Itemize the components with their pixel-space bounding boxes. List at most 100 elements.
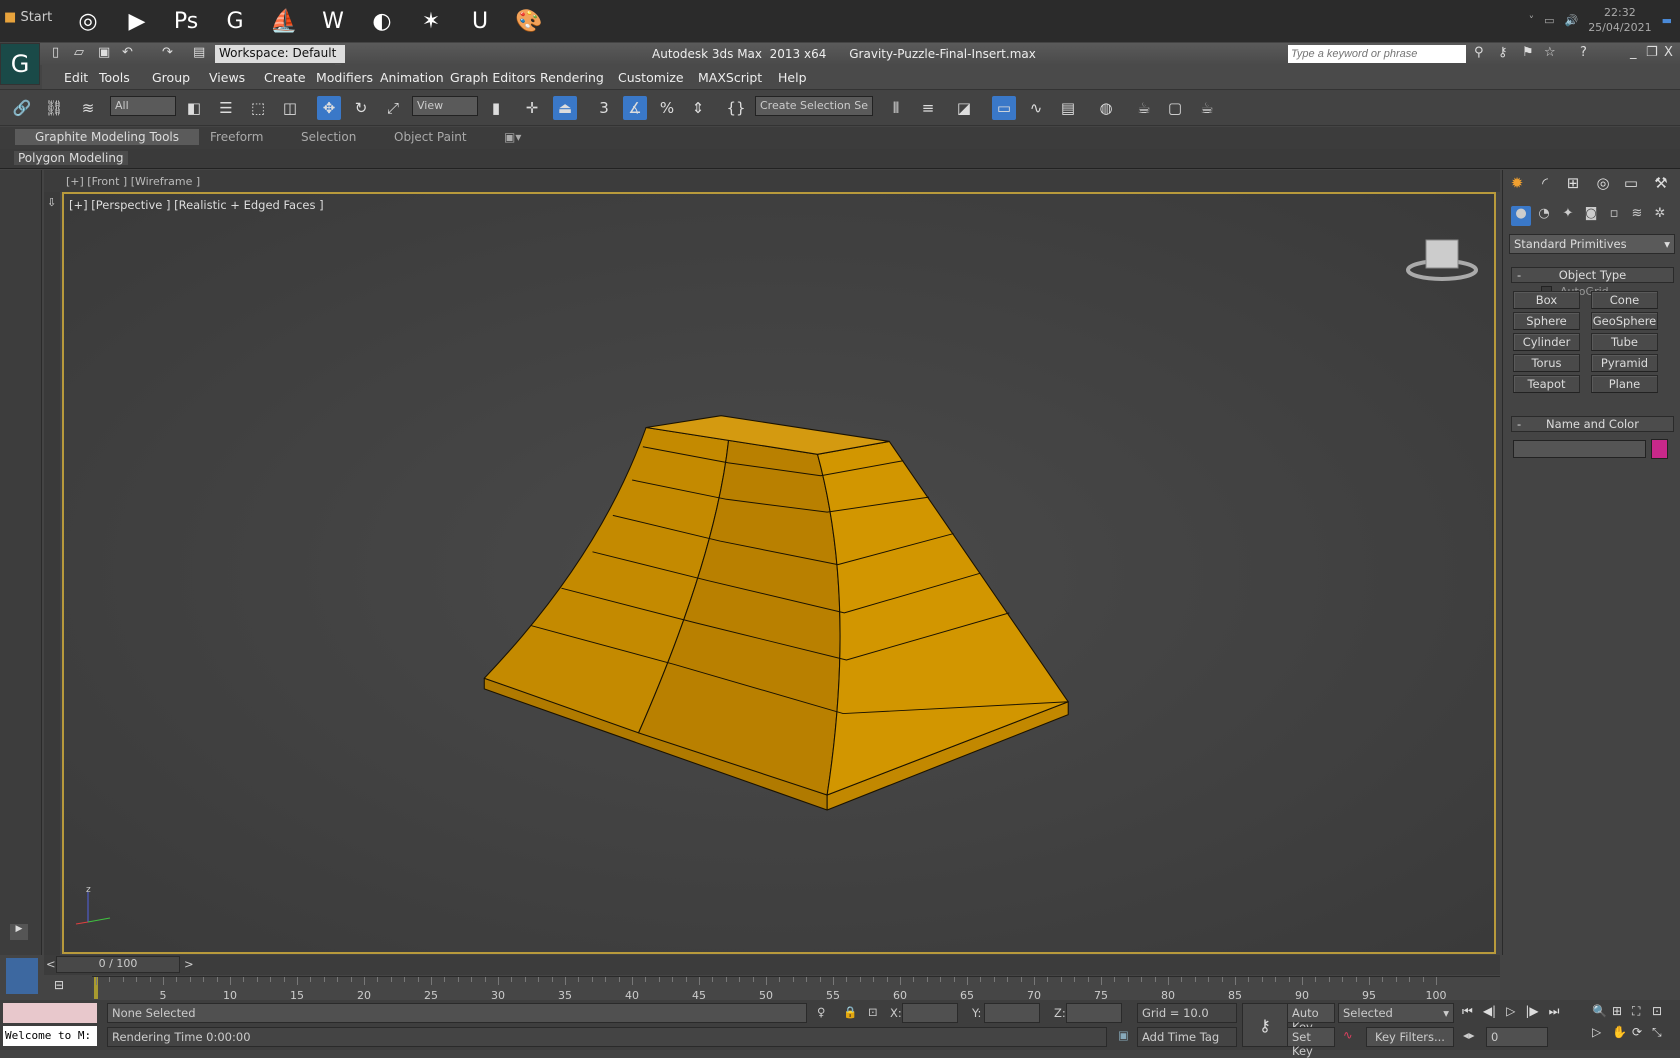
- pyramid-object[interactable]: [0, 0, 1680, 1050]
- go-to-start-icon[interactable]: ⏮: [1462, 1004, 1473, 1019]
- frame-tick: [270, 977, 272, 982]
- y-coordinate-input[interactable]: [984, 1003, 1040, 1023]
- create-plane-button[interactable]: Plane: [1591, 375, 1658, 393]
- go-to-end-icon[interactable]: ⏭: [1549, 1004, 1560, 1019]
- frame-tick: [1395, 977, 1397, 982]
- create-cone-button[interactable]: Cone: [1591, 291, 1658, 309]
- geometry-icon[interactable]: ●: [1511, 206, 1531, 226]
- object-color-swatch[interactable]: [1651, 439, 1668, 459]
- motion-tab-icon[interactable]: ◎: [1591, 174, 1615, 196]
- playback-controls: ⏮ ◀| ▷ |▶ ⏭: [1462, 1004, 1559, 1019]
- create-geosphere-button[interactable]: GeoSphere: [1591, 312, 1658, 330]
- primitive-type-dropdown[interactable]: Standard Primitives ▾: [1509, 234, 1675, 254]
- modify-tab-icon[interactable]: ◜: [1533, 174, 1557, 196]
- isolate-icon[interactable]: ♀: [817, 1005, 825, 1019]
- frame-tick: [605, 977, 607, 982]
- lights-icon[interactable]: ✦: [1558, 206, 1578, 226]
- pan-icon[interactable]: ✋: [1612, 1025, 1632, 1040]
- next-key-icon[interactable]: |▶: [1525, 1004, 1538, 1019]
- frame-tick: [1248, 977, 1250, 982]
- frame-tick: [1328, 977, 1330, 982]
- space-warps-icon[interactable]: ≋: [1627, 206, 1647, 226]
- frame-tick: [672, 977, 674, 982]
- key-mode-toggle-icon[interactable]: ◂▸: [1463, 1028, 1475, 1042]
- zoom-extents-all-icon[interactable]: ⊡: [1652, 1004, 1672, 1019]
- hierarchy-tab-icon[interactable]: ⊞: [1561, 174, 1585, 196]
- create-cylinder-button[interactable]: Cylinder: [1513, 333, 1580, 351]
- grid-readout: Grid = 10.0: [1137, 1003, 1237, 1023]
- z-coordinate-input[interactable]: [1066, 1003, 1122, 1023]
- utilities-tab-icon[interactable]: ⚒: [1649, 174, 1673, 196]
- time-tag-icon[interactable]: ▣: [1118, 1028, 1129, 1042]
- add-time-tag-button[interactable]: Add Time Tag: [1137, 1027, 1237, 1047]
- frame-tick: [122, 977, 124, 982]
- frame-tick: [176, 977, 178, 982]
- set-key-icon[interactable]: ⚷: [1242, 1003, 1288, 1047]
- frame-tick: [511, 977, 513, 982]
- frame-tick: [1382, 977, 1384, 982]
- object-type-rollout-header[interactable]: - Object Type: [1511, 267, 1674, 283]
- current-frame-input[interactable]: 0: [1486, 1027, 1548, 1047]
- chevron-down-icon: ▾: [1443, 1006, 1449, 1020]
- orbit-icon[interactable]: ⟳: [1632, 1025, 1652, 1040]
- previous-key-icon[interactable]: ◀|: [1483, 1004, 1496, 1019]
- play-icon[interactable]: ▷: [1506, 1004, 1515, 1019]
- create-tab-icon[interactable]: ✹: [1505, 174, 1529, 196]
- next-frame-icon[interactable]: >: [184, 957, 194, 971]
- key-filters-button[interactable]: Key Filters...: [1366, 1027, 1454, 1047]
- track-bar[interactable]: 5 10 15 20 25 30 35 40 45 50 55 60 65 70 75 80 85 90 95 100: [92, 976, 1500, 1002]
- cameras-icon[interactable]: ◙: [1581, 206, 1601, 226]
- create-sphere-button[interactable]: Sphere: [1513, 312, 1580, 330]
- frame-tick: [1060, 977, 1062, 982]
- frame-tick: [792, 977, 794, 982]
- frame-tick: [297, 977, 298, 985]
- frame-tick: [752, 977, 754, 982]
- x-coordinate-input[interactable]: [902, 1003, 958, 1023]
- frame-tick: [1355, 977, 1357, 982]
- default-tangent-icon[interactable]: ∿: [1343, 1028, 1353, 1042]
- frame-tick: [149, 977, 151, 982]
- viewport-layout-icon[interactable]: [6, 958, 38, 994]
- frame-tick: [699, 977, 700, 985]
- time-slider[interactable]: < 0 / 100 >: [44, 955, 1500, 975]
- helpers-icon[interactable]: ▫: [1604, 206, 1624, 226]
- lock-selection-icon[interactable]: 🔒: [843, 1005, 857, 1019]
- key-mode-dropdown[interactable]: Selected ▾: [1338, 1003, 1454, 1023]
- frame-tick: [819, 977, 821, 982]
- zoom-icon[interactable]: 🔍: [1592, 1004, 1612, 1019]
- frame-tick: [323, 977, 325, 982]
- frame-tick: [551, 977, 553, 982]
- frame-tick: [900, 977, 901, 985]
- frame-tick: [873, 977, 875, 982]
- zoom-all-icon[interactable]: ⊞: [1612, 1004, 1632, 1019]
- track-view-toggle-icon[interactable]: ⊟: [54, 978, 64, 992]
- status-bar: Welcome to M: None Selected Rendering Ti…: [0, 1000, 1680, 1058]
- shapes-icon[interactable]: ◔: [1534, 206, 1554, 226]
- frame-tick: [1436, 977, 1437, 985]
- maximize-viewport-icon[interactable]: ⤡: [1652, 1025, 1672, 1040]
- frame-tick: [538, 977, 540, 982]
- frame-tick: [685, 977, 687, 982]
- create-torus-button[interactable]: Torus: [1513, 354, 1580, 372]
- object-name-input[interactable]: [1513, 440, 1646, 458]
- create-teapot-button[interactable]: Teapot: [1513, 375, 1580, 393]
- field-of-view-icon[interactable]: ▷: [1592, 1025, 1612, 1040]
- time-slider-thumb[interactable]: 0 / 100: [56, 956, 180, 973]
- display-tab-icon[interactable]: ▭: [1619, 174, 1643, 196]
- maxscript-mini-listener[interactable]: [3, 1003, 97, 1023]
- absolute-mode-icon[interactable]: ⊡: [868, 1005, 878, 1019]
- create-pyramid-button[interactable]: Pyramid: [1591, 354, 1658, 372]
- systems-icon[interactable]: ✲: [1650, 206, 1670, 226]
- frame-tick: [109, 977, 111, 982]
- frame-tick: [1221, 977, 1223, 982]
- auto-key-button[interactable]: Auto Key: [1287, 1003, 1335, 1034]
- create-box-button[interactable]: Box: [1513, 291, 1580, 309]
- collapse-icon: -: [1517, 268, 1522, 282]
- listener-output[interactable]: Welcome to M:: [3, 1026, 97, 1046]
- create-tube-button[interactable]: Tube: [1591, 333, 1658, 351]
- set-key-button[interactable]: Set Key: [1287, 1027, 1335, 1058]
- prev-frame-icon[interactable]: <: [46, 957, 56, 971]
- frame-tick: [645, 977, 647, 982]
- zoom-extents-icon[interactable]: ⛶: [1632, 1004, 1652, 1019]
- name-color-rollout-header[interactable]: - Name and Color: [1511, 416, 1674, 432]
